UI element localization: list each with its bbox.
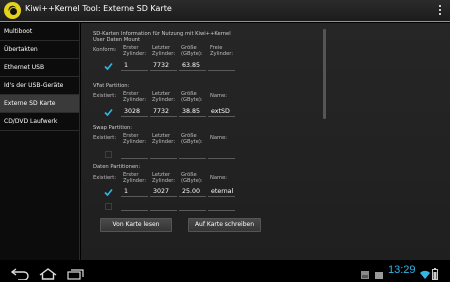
- swap-col-name: Name:: [210, 135, 228, 141]
- data-row2-last-field[interactable]: [150, 200, 177, 211]
- data-row1-last-field[interactable]: 3027: [150, 186, 177, 197]
- swap-exists-checkbox[interactable]: [104, 150, 113, 159]
- sidebar: Multiboot Übertakten Ethernet USB Id's d…: [0, 23, 80, 260]
- battery-icon: [432, 265, 438, 282]
- data-row2-name-field[interactable]: [208, 200, 235, 211]
- swap-exists-label: Existiert:: [93, 135, 117, 141]
- vfat-exists-checkbox[interactable]: [104, 108, 113, 117]
- vfat-last-cylinder-field[interactable]: 7732: [150, 106, 177, 117]
- vfat-first-cylinder-field[interactable]: 3028: [121, 106, 148, 117]
- sidebar-item-overclock[interactable]: Übertakten: [0, 41, 79, 59]
- data-row2-checkbox[interactable]: [104, 202, 113, 211]
- data-col-first: Erster Zylinder:: [123, 172, 147, 184]
- home-icon[interactable]: [38, 265, 58, 282]
- overflow-menu-icon[interactable]: [439, 5, 442, 17]
- swap-col-size: Größe (GByte):: [181, 133, 203, 145]
- read-card-button[interactable]: Von Karte lesen: [100, 218, 172, 232]
- sidebar-item-cd-dvd[interactable]: CD/DVD Laufwerk: [0, 113, 79, 131]
- konform-label: Konform:: [93, 47, 117, 53]
- swap-title: Swap Partition:: [93, 125, 133, 131]
- swap-last-cylinder-field[interactable]: [150, 148, 177, 159]
- swap-size-field[interactable]: [179, 148, 206, 159]
- swap-col-last: Letzter Zylinder:: [152, 133, 176, 145]
- sd-size-field[interactable]: 63.85: [179, 60, 206, 71]
- data-col-name: Name:: [210, 175, 228, 181]
- data-row2-size-field[interactable]: [179, 200, 206, 211]
- download-notification-icon[interactable]: [374, 265, 384, 282]
- vfat-title: VFat Partition:: [93, 83, 130, 89]
- vfat-exists-label: Existiert:: [93, 93, 117, 99]
- col-size-label: Größe (GByte):: [181, 45, 203, 57]
- write-card-button[interactable]: Auf Karte schreiben: [188, 218, 261, 232]
- vfat-col-name: Name:: [210, 93, 228, 99]
- data-col-size: Größe (GByte):: [181, 172, 203, 184]
- system-nav-bar: 13:29: [0, 260, 450, 282]
- vfat-size-field[interactable]: 38.85: [179, 106, 206, 117]
- sd-last-cylinder-field[interactable]: 7732: [150, 60, 177, 71]
- data-col-last: Letzter Zylinder:: [152, 172, 176, 184]
- vfat-name-field[interactable]: extSD: [208, 106, 235, 117]
- data-row1-checkbox[interactable]: [104, 188, 113, 197]
- swap-first-cylinder-field[interactable]: [121, 148, 148, 159]
- data-row1-first-field[interactable]: 1: [121, 186, 148, 197]
- recent-apps-icon[interactable]: [66, 265, 86, 282]
- action-bar: Kiwi++Kernel Tool: Externe SD Karte: [0, 0, 450, 22]
- user-data-mount-label: User Daten Mount: [93, 37, 141, 43]
- data-partitions-title: Daten Partitionen:: [93, 164, 141, 170]
- data-row2-first-field[interactable]: [121, 200, 148, 211]
- status-clock: 13:29: [388, 264, 416, 276]
- vfat-col-size: Größe (GByte):: [181, 91, 203, 103]
- settings-panel: SD-Karten Information für Nutzung mit Ki…: [90, 29, 320, 235]
- col-first-label: Erster Zylinder:: [123, 45, 147, 57]
- col-free-label: Freie Zylinder:: [210, 45, 234, 57]
- sidebar-item-usb-ids[interactable]: Id's der USB-Geräte: [0, 77, 79, 95]
- gallery-notification-icon[interactable]: [360, 265, 370, 282]
- sidebar-item-ethernet-usb[interactable]: Ethernet USB: [0, 59, 79, 77]
- sd-free-cylinder-field[interactable]: [208, 60, 235, 71]
- sd-first-cylinder-field[interactable]: 1: [121, 60, 148, 71]
- konform-checkbox[interactable]: [104, 62, 113, 71]
- window-title: Kiwi++Kernel Tool: Externe SD Karte: [25, 4, 172, 13]
- wifi-icon: [420, 265, 430, 282]
- panel-scrollbar[interactable]: [323, 29, 326, 119]
- back-icon[interactable]: [10, 265, 30, 282]
- swap-name-field[interactable]: [208, 148, 235, 159]
- data-row1-size-field[interactable]: 25.00: [179, 186, 206, 197]
- swap-col-first: Erster Zylinder:: [123, 133, 147, 145]
- sidebar-item-multiboot[interactable]: Multiboot: [0, 23, 79, 41]
- data-row1-name-field[interactable]: eternal: [208, 186, 235, 197]
- vfat-col-first: Erster Zylinder:: [123, 91, 147, 103]
- vfat-col-last: Letzter Zylinder:: [152, 91, 176, 103]
- col-last-label: Letzter Zylinder:: [152, 45, 176, 57]
- data-exists-label: Existiert:: [93, 175, 117, 181]
- content-area: SD-Karten Information für Nutzung mit Ki…: [81, 23, 450, 260]
- sidebar-item-external-sd[interactable]: Externe SD Karte: [0, 95, 79, 113]
- app-logo-icon[interactable]: [4, 2, 21, 19]
